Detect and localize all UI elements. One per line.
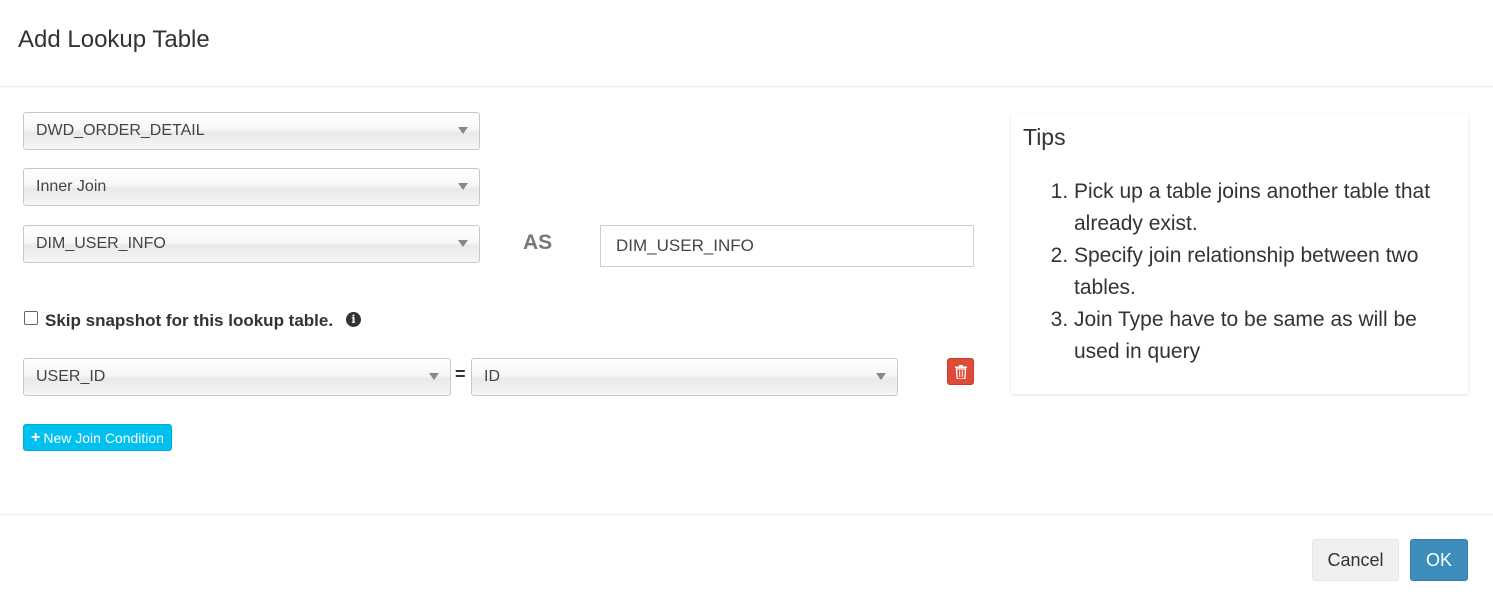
caret-down-icon — [876, 373, 886, 380]
footer-divider — [0, 514, 1493, 515]
caret-down-icon — [429, 373, 439, 380]
lookup-table-select[interactable]: DIM_USER_INFO — [23, 225, 480, 263]
skip-snapshot-checkbox[interactable] — [24, 311, 38, 325]
ok-button[interactable]: OK — [1410, 539, 1468, 581]
tips-list: Pick up a table joins another table that… — [1011, 176, 1461, 368]
trash-icon — [954, 364, 967, 379]
source-table-value: DWD_ORDER_DETAIL — [36, 122, 205, 139]
lookup-table-value: DIM_USER_INFO — [36, 235, 166, 252]
join-left-column-select[interactable]: USER_ID — [23, 358, 451, 396]
join-left-column-value: USER_ID — [36, 368, 106, 385]
alias-input[interactable]: DIM_USER_INFO — [600, 225, 974, 267]
tip-item: Pick up a table joins another table that… — [1074, 176, 1461, 240]
tips-panel: Tips Pick up a table joins another table… — [1011, 114, 1468, 394]
join-type-value: Inner Join — [36, 178, 107, 195]
join-right-column-select[interactable]: ID — [471, 358, 898, 396]
cancel-button[interactable]: Cancel — [1312, 539, 1399, 581]
plus-icon: + — [31, 428, 41, 446]
as-label: AS — [523, 231, 553, 254]
join-right-column-value: ID — [484, 368, 500, 385]
tip-item: Specify join relationship between two ta… — [1074, 240, 1461, 304]
source-table-select[interactable]: DWD_ORDER_DETAIL — [23, 112, 480, 150]
new-join-condition-button[interactable]: + New Join Condition — [23, 424, 172, 451]
caret-down-icon — [458, 183, 468, 190]
caret-down-icon — [458, 127, 468, 134]
header-divider — [0, 86, 1493, 87]
caret-down-icon — [458, 240, 468, 247]
alias-value: DIM_USER_INFO — [616, 236, 754, 255]
new-join-condition-label: New Join Condition — [43, 429, 164, 446]
join-type-select[interactable]: Inner Join — [23, 168, 480, 206]
info-circle-icon[interactable]: i — [346, 312, 361, 327]
modal-title: Add Lookup Table — [18, 26, 210, 53]
delete-join-condition-button[interactable] — [947, 358, 974, 385]
skip-snapshot-label: Skip snapshot for this lookup table. — [45, 311, 334, 330]
join-operator: = — [455, 364, 466, 384]
tip-item: Join Type have to be same as will be use… — [1074, 304, 1461, 368]
tips-title: Tips — [1023, 124, 1066, 150]
